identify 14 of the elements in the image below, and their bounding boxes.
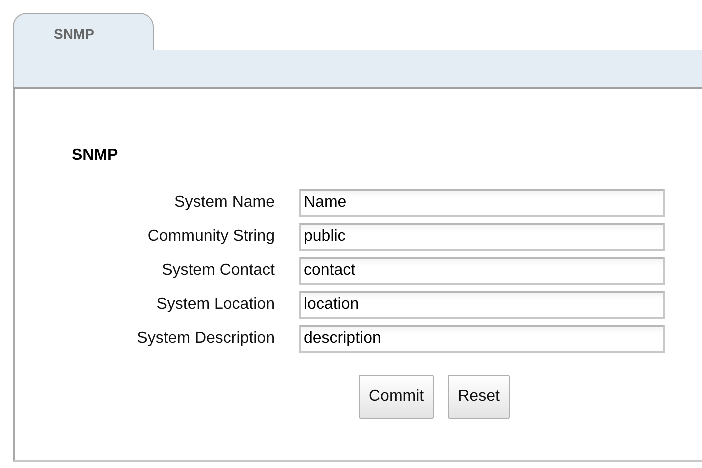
field-label: System Description <box>136 330 275 348</box>
field-label: System Name <box>174 194 275 212</box>
field-label: System Location <box>156 296 275 314</box>
field-label: Community String <box>146 228 275 246</box>
tab[interactable]: SNMP <box>13 13 154 50</box>
commit-button[interactable]: Commit <box>359 375 434 419</box>
input-field[interactable]: contact <box>299 257 665 285</box>
section-heading: SNMP <box>72 147 120 165</box>
input-field[interactable]: location <box>299 291 665 319</box>
reset-button[interactable]: Reset <box>448 375 510 419</box>
field-label: System Contact <box>161 262 275 280</box>
input-field[interactable]: Name <box>299 189 665 217</box>
input-field[interactable]: description <box>299 325 665 353</box>
input-field[interactable]: public <box>299 223 665 251</box>
